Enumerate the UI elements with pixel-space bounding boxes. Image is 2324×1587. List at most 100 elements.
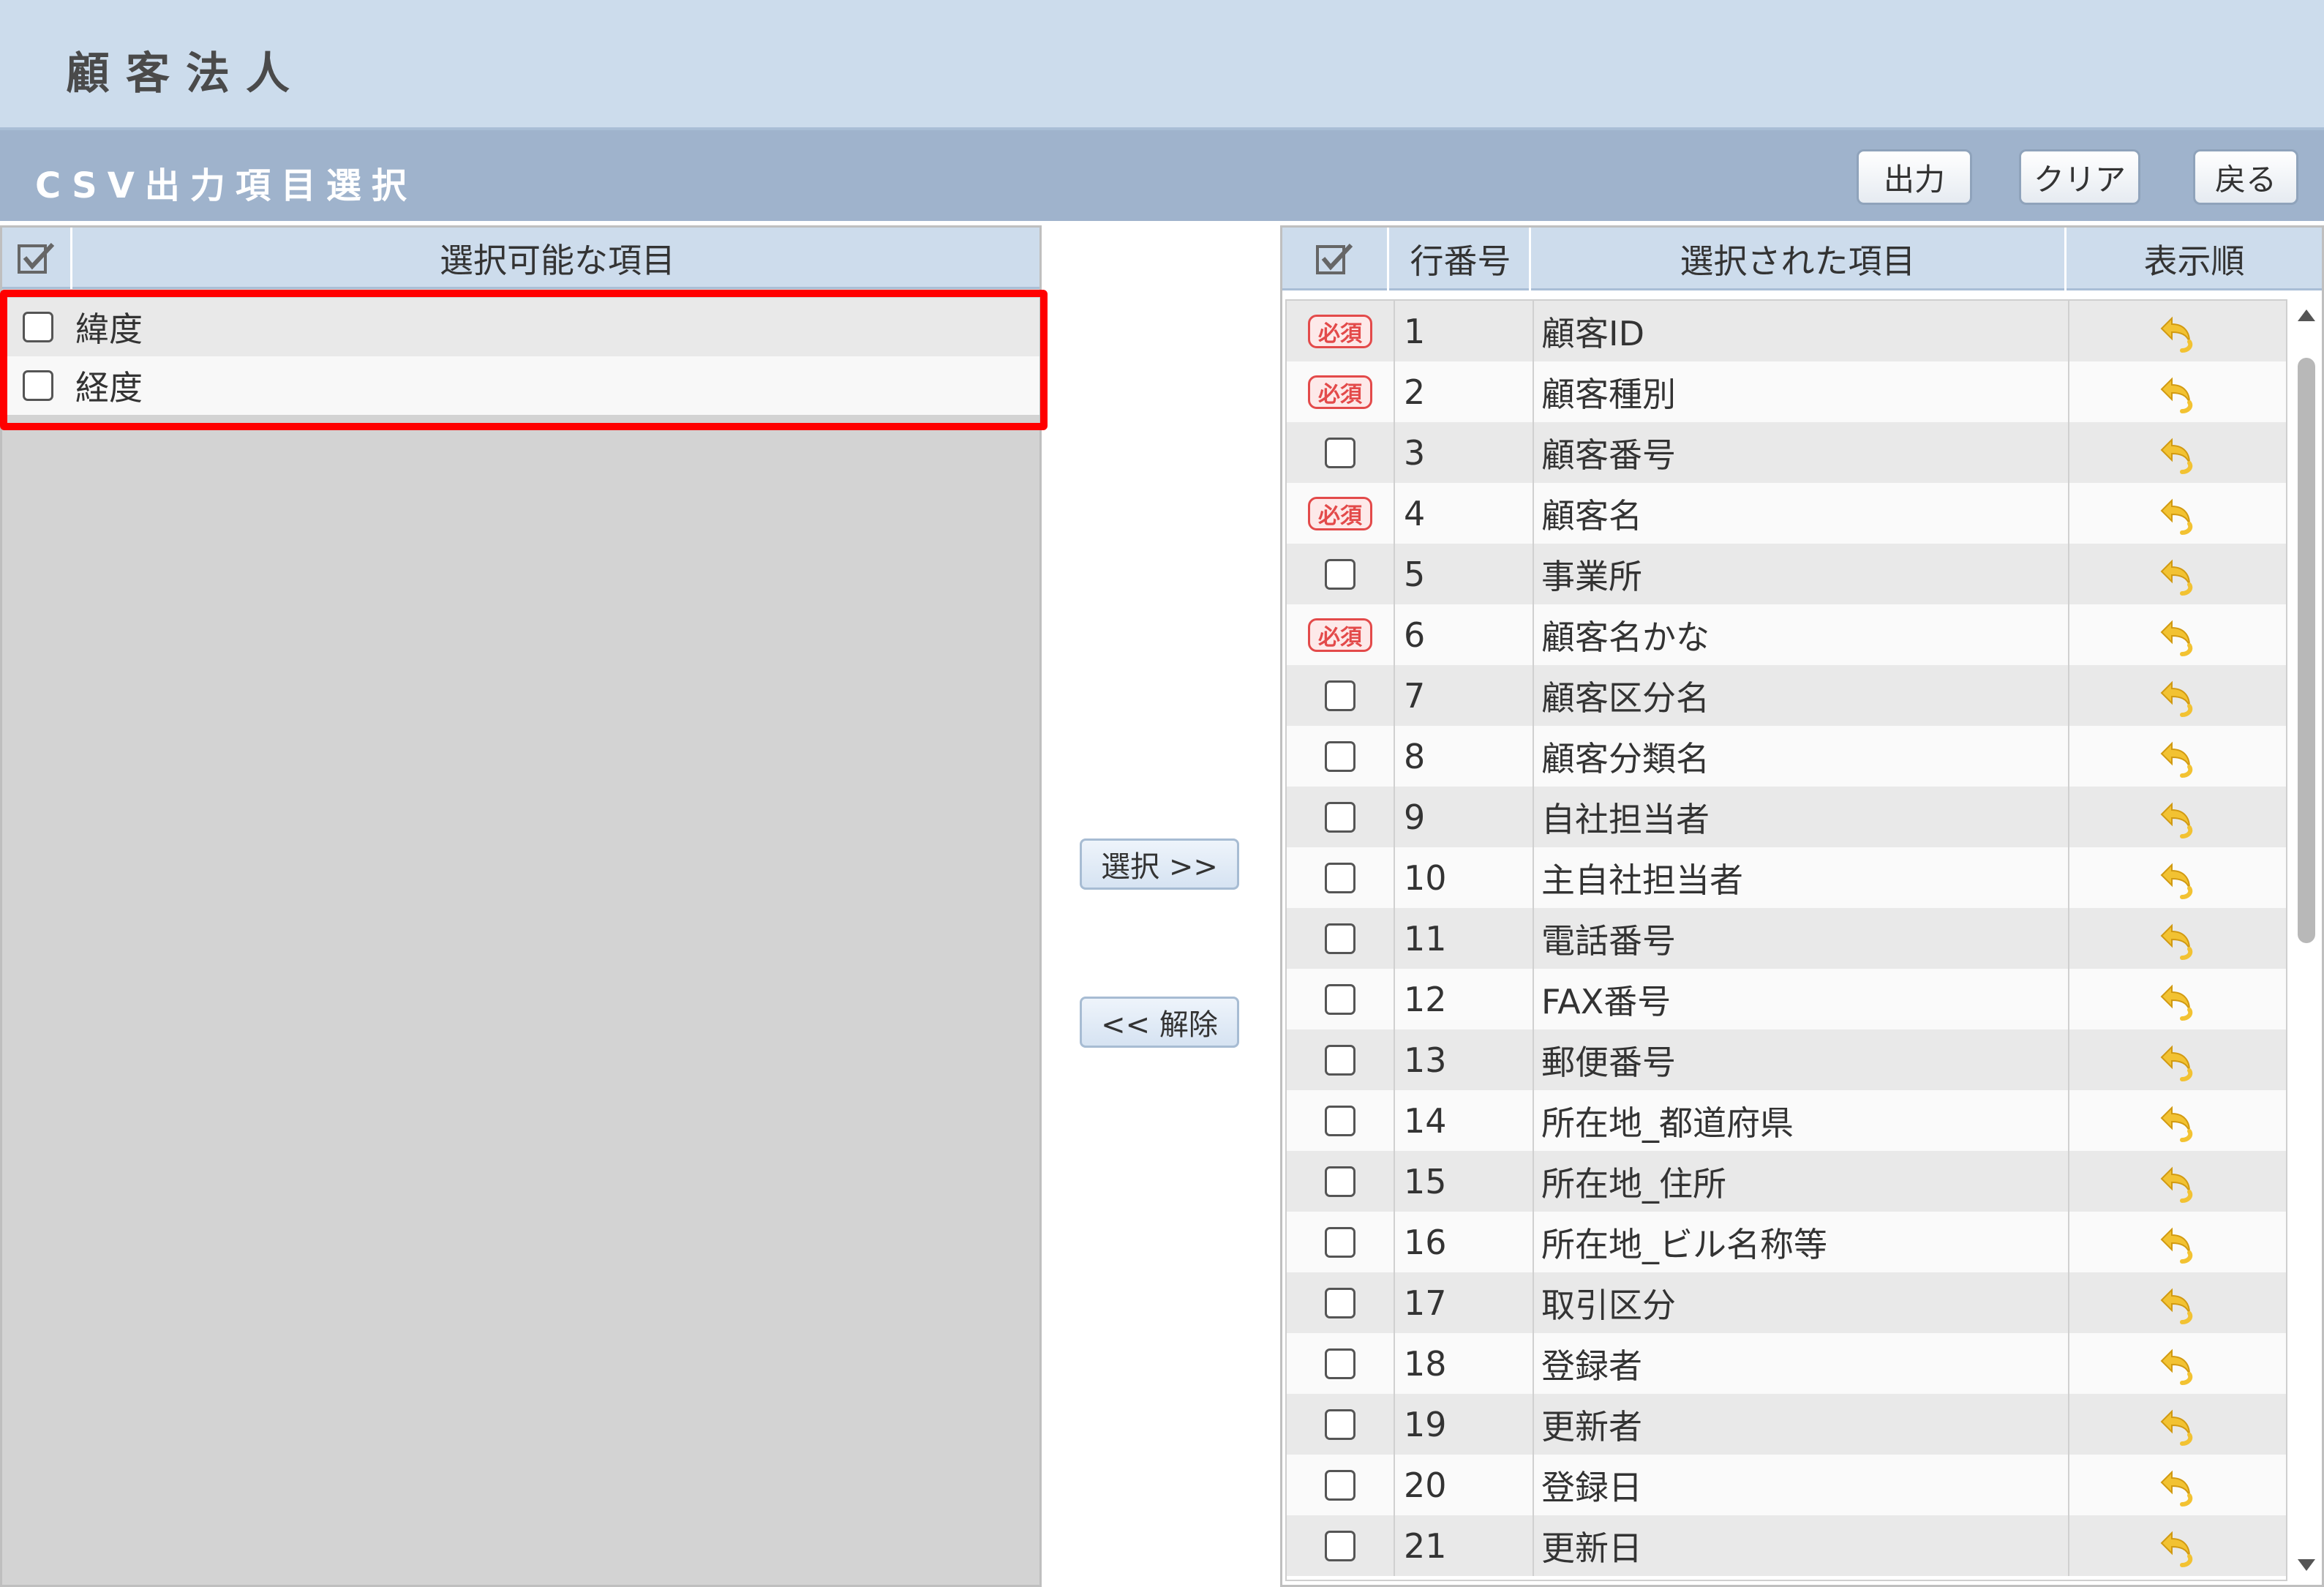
- row-select-cell: [1287, 908, 1394, 969]
- table-row[interactable]: 必須 1 顧客ID: [1287, 301, 2286, 361]
- back-button[interactable]: 戻る: [2193, 149, 2298, 205]
- undo-arrow-icon[interactable]: [2156, 1340, 2203, 1387]
- row-checkbox[interactable]: [1325, 862, 1355, 893]
- window-title: 顧客法人: [66, 48, 306, 100]
- display-order-cell: [2068, 665, 2286, 726]
- row-number: 6: [1394, 604, 1533, 665]
- row-checkbox[interactable]: [1325, 1469, 1355, 1501]
- table-row[interactable]: 8 顧客分類名: [1287, 726, 2286, 787]
- undo-arrow-icon[interactable]: [2156, 308, 2203, 355]
- undo-arrow-icon[interactable]: [2156, 672, 2203, 719]
- table-row[interactable]: 14 所在地_都道府県: [1287, 1090, 2286, 1151]
- undo-arrow-icon[interactable]: [2156, 1462, 2203, 1509]
- scrollbar[interactable]: [2290, 299, 2321, 1581]
- table-row[interactable]: 20 登録日: [1287, 1455, 2286, 1515]
- output-button[interactable]: 出力: [1857, 149, 1972, 205]
- undo-arrow-icon[interactable]: [2156, 915, 2203, 962]
- selected-item-name: 顧客種別: [1533, 361, 2068, 422]
- undo-arrow-icon[interactable]: [2156, 855, 2203, 901]
- undo-arrow-icon[interactable]: [2156, 429, 2203, 476]
- undo-arrow-icon[interactable]: [2156, 794, 2203, 841]
- select-button[interactable]: 選択 >>: [1080, 838, 1239, 890]
- scroll-thumb[interactable]: [2298, 358, 2315, 943]
- release-button[interactable]: << 解除: [1080, 997, 1239, 1048]
- row-select-cell: [1287, 1090, 1394, 1151]
- row-checkbox[interactable]: [1325, 1226, 1355, 1258]
- row-number: 19: [1394, 1394, 1533, 1455]
- table-row[interactable]: 21 更新日: [1287, 1515, 2286, 1576]
- undo-arrow-icon[interactable]: [2156, 551, 2203, 598]
- row-checkbox[interactable]: [1325, 983, 1355, 1015]
- undo-arrow-icon[interactable]: [2156, 369, 2203, 416]
- undo-arrow-icon[interactable]: [2156, 1037, 2203, 1084]
- row-checkbox[interactable]: [1325, 437, 1355, 468]
- available-item-checkbox[interactable]: [23, 312, 53, 342]
- required-badge: 必須: [1308, 618, 1372, 652]
- available-items-header: 選択可能な項目: [2, 228, 1039, 289]
- row-checkbox[interactable]: [1325, 680, 1355, 711]
- undo-arrow-icon[interactable]: [2156, 1401, 2203, 1448]
- undo-arrow-icon[interactable]: [2156, 1523, 2203, 1569]
- scroll-down-icon[interactable]: [2296, 1555, 2317, 1575]
- undo-arrow-icon[interactable]: [2156, 733, 2203, 780]
- table-row[interactable]: 16 所在地_ビル名称等: [1287, 1212, 2286, 1272]
- table-row[interactable]: 7 顧客区分名: [1287, 665, 2286, 726]
- table-row[interactable]: 15 所在地_住所: [1287, 1151, 2286, 1212]
- row-checkbox[interactable]: [1325, 1105, 1355, 1136]
- section-title: CSV出力項目選択: [35, 165, 417, 206]
- row-checkbox[interactable]: [1325, 1348, 1355, 1379]
- table-row[interactable]: 10 主自社担当者: [1287, 847, 2286, 908]
- clear-button[interactable]: クリア: [2019, 149, 2140, 205]
- display-order-cell: [2068, 1272, 2286, 1333]
- available-item[interactable]: 緯度: [2, 298, 1039, 356]
- display-order-cell: [2068, 1333, 2286, 1394]
- table-row[interactable]: 5 事業所: [1287, 544, 2286, 604]
- table-row[interactable]: 17 取引区分: [1287, 1272, 2286, 1333]
- undo-arrow-icon[interactable]: [2156, 1098, 2203, 1144]
- row-number: 13: [1394, 1029, 1533, 1090]
- row-checkbox[interactable]: [1325, 1166, 1355, 1197]
- display-order-cell: [2068, 969, 2286, 1029]
- row-checkbox[interactable]: [1325, 1408, 1355, 1440]
- table-row[interactable]: 18 登録者: [1287, 1333, 2286, 1394]
- undo-arrow-icon[interactable]: [2156, 976, 2203, 1023]
- table-row[interactable]: 9 自社担当者: [1287, 787, 2286, 847]
- row-select-cell: [1287, 726, 1394, 787]
- undo-arrow-icon[interactable]: [2156, 612, 2203, 659]
- undo-arrow-icon[interactable]: [2156, 1280, 2203, 1327]
- table-row[interactable]: 必須 4 顧客名: [1287, 483, 2286, 544]
- selected-item-name: 顧客番号: [1533, 422, 2068, 483]
- row-checkbox[interactable]: [1325, 740, 1355, 772]
- row-number: 14: [1394, 1090, 1533, 1151]
- row-number: 12: [1394, 969, 1533, 1029]
- row-select-cell: [1287, 787, 1394, 847]
- row-checkbox[interactable]: [1325, 1044, 1355, 1076]
- table-row[interactable]: 3 顧客番号: [1287, 422, 2286, 483]
- select-all-selected[interactable]: [1282, 228, 1389, 290]
- available-item[interactable]: 経度: [2, 356, 1039, 415]
- display-order-cell: [2068, 483, 2286, 544]
- row-checkbox[interactable]: [1325, 558, 1355, 590]
- table-row[interactable]: 11 電話番号: [1287, 908, 2286, 969]
- row-select-cell: [1287, 544, 1394, 604]
- display-order-cell: [2068, 1394, 2286, 1455]
- selected-item-name: 顧客名: [1533, 483, 2068, 544]
- row-checkbox[interactable]: [1325, 801, 1355, 833]
- undo-arrow-icon[interactable]: [2156, 490, 2203, 537]
- row-checkbox[interactable]: [1325, 923, 1355, 954]
- table-row[interactable]: 12 FAX番号: [1287, 969, 2286, 1029]
- row-checkbox[interactable]: [1325, 1530, 1355, 1561]
- table-row[interactable]: 19 更新者: [1287, 1394, 2286, 1455]
- table-row[interactable]: 必須 6 顧客名かな: [1287, 604, 2286, 665]
- select-all-available[interactable]: [2, 228, 72, 289]
- undo-arrow-icon[interactable]: [2156, 1158, 2203, 1205]
- table-row[interactable]: 13 郵便番号: [1287, 1029, 2286, 1090]
- row-number: 11: [1394, 908, 1533, 969]
- undo-arrow-icon[interactable]: [2156, 1219, 2203, 1266]
- table-row[interactable]: 必須 2 顧客種別: [1287, 361, 2286, 422]
- available-item-checkbox[interactable]: [23, 370, 53, 401]
- display-order-cell: [2068, 726, 2286, 787]
- row-checkbox[interactable]: [1325, 1287, 1355, 1318]
- row-number: 8: [1394, 726, 1533, 787]
- scroll-up-icon[interactable]: [2296, 305, 2317, 326]
